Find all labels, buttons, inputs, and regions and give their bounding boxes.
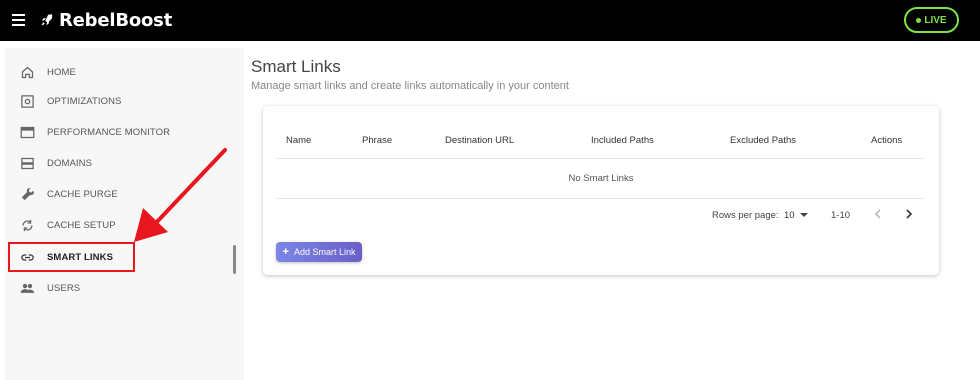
sidebar-item-cache-purge[interactable]: CACHE PURGE bbox=[20, 184, 118, 204]
brand-logo[interactable]: RebelBoost bbox=[40, 9, 172, 31]
add-smart-link-button[interactable]: + Add Smart Link bbox=[276, 242, 362, 262]
column-header-name[interactable]: Name bbox=[286, 135, 311, 146]
sidebar-item-label: HOME bbox=[47, 66, 76, 78]
people-icon bbox=[20, 283, 35, 293]
sidebar-item-label: CACHE SETUP bbox=[47, 219, 116, 231]
plus-icon: + bbox=[282, 246, 289, 258]
brand-name: RebelBoost bbox=[59, 9, 173, 31]
column-header-excluded-paths[interactable]: Excluded Paths bbox=[730, 135, 796, 146]
wrench-icon bbox=[21, 187, 34, 200]
column-header-phrase[interactable]: Phrase bbox=[362, 135, 392, 146]
live-status-button[interactable]: LIVE bbox=[904, 7, 959, 33]
sidebar-item-label: DOMAINS bbox=[47, 157, 93, 169]
add-smart-link-label: Add Smart Link bbox=[293, 247, 356, 257]
pagination-range: 1-10 bbox=[831, 210, 851, 221]
column-header-actions: Actions bbox=[871, 135, 903, 146]
sidebar-item-label: USERS bbox=[47, 282, 81, 294]
browser-window-icon bbox=[20, 126, 35, 138]
sidebar-item-users[interactable]: USERS bbox=[20, 278, 80, 298]
rows-per-page-select[interactable]: 10 bbox=[784, 208, 808, 222]
server-icon bbox=[21, 157, 34, 169]
caret-down-icon bbox=[799, 213, 808, 217]
sidebar-scrollbar[interactable] bbox=[233, 245, 236, 274]
sidebar-item-label: CACHE PURGE bbox=[47, 188, 118, 200]
chevron-right-icon bbox=[906, 209, 913, 219]
settings-box-icon bbox=[21, 94, 34, 108]
home-icon bbox=[21, 66, 34, 78]
rows-per-page-label: Rows per page: bbox=[712, 210, 779, 221]
next-page-button[interactable] bbox=[901, 206, 917, 222]
sidebar-item-label: PERFORMANCE MONITOR bbox=[47, 126, 171, 138]
column-header-destination-url[interactable]: Destination URL bbox=[445, 135, 514, 146]
sidebar-item-home[interactable]: HOME bbox=[20, 62, 76, 82]
page-title: Smart Links bbox=[251, 57, 341, 76]
column-header-included-paths[interactable]: Included Paths bbox=[591, 135, 654, 146]
sidebar-item-cache-setup[interactable]: CACHE SETUP bbox=[20, 215, 116, 235]
sidebar-item-performance-monitor[interactable]: PERFORMANCE MONITOR bbox=[20, 122, 170, 142]
annotation-highlight-box bbox=[8, 242, 135, 272]
rocket-icon bbox=[41, 14, 53, 26]
table-header-divider bbox=[276, 158, 924, 159]
live-dot-icon bbox=[916, 17, 922, 23]
smart-links-table-card: Name Phrase Destination URL Included Pat… bbox=[263, 106, 939, 275]
sidebar-item-domains[interactable]: DOMAINS bbox=[20, 153, 92, 173]
live-label: LIVE bbox=[924, 14, 947, 26]
sidebar-item-label: OPTIMIZATIONS bbox=[47, 95, 122, 107]
top-app-bar: RebelBoost LIVE bbox=[0, 0, 980, 41]
cached-icon bbox=[22, 219, 33, 231]
table-footer-divider bbox=[276, 198, 924, 199]
empty-table-message: No Smart Links bbox=[568, 173, 634, 184]
menu-icon[interactable] bbox=[12, 14, 25, 26]
chevron-left-icon bbox=[874, 209, 881, 219]
page-subtitle: Manage smart links and create links auto… bbox=[251, 80, 569, 92]
rows-per-page-value: 10 bbox=[784, 209, 795, 221]
sidebar: HOME OPTIMIZATIONS PERFORMANCE MONITOR D… bbox=[5, 48, 244, 380]
sidebar-item-optimizations[interactable]: OPTIMIZATIONS bbox=[20, 91, 121, 111]
previous-page-button[interactable] bbox=[870, 206, 886, 222]
